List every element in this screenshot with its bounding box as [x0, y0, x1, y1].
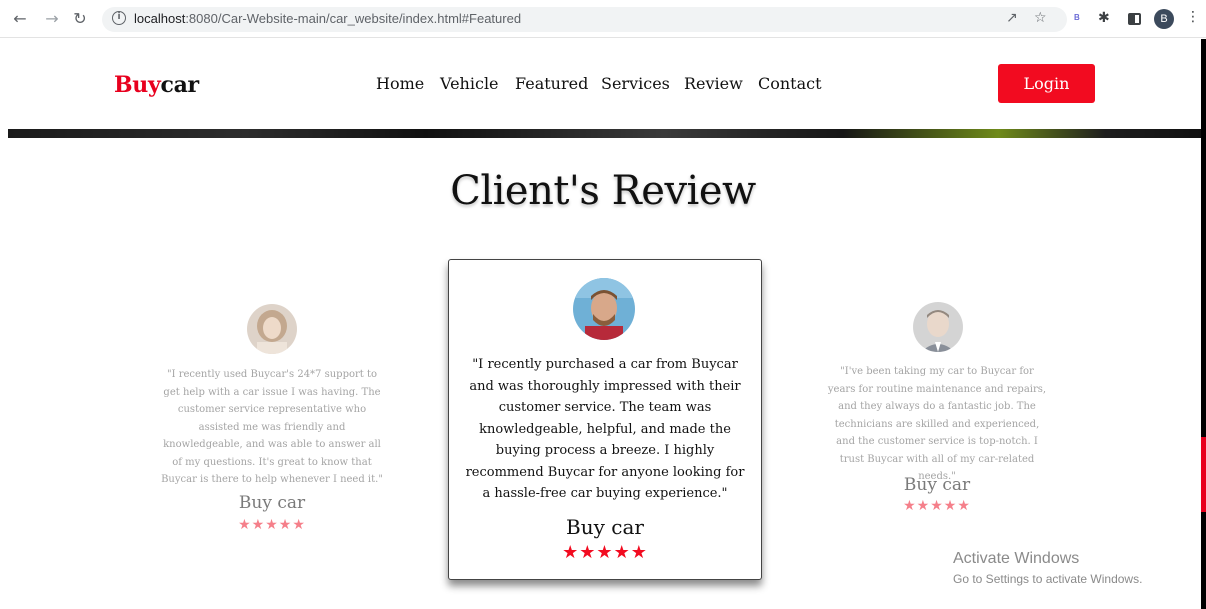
- activation-watermark-subtitle: Go to Settings to activate Windows.: [953, 572, 1143, 586]
- nav-home[interactable]: Home: [376, 74, 424, 93]
- share-icon[interactable]: ↗: [1006, 10, 1018, 26]
- reviewer-avatar-right: [913, 302, 963, 352]
- review-name-right: Buy car: [903, 475, 971, 495]
- rating-stars-right: ★★★★★: [903, 498, 971, 514]
- review-text-center: "I recently purchased a car from Buycar …: [465, 357, 745, 501]
- back-icon[interactable]: ←: [10, 9, 30, 29]
- profile-avatar[interactable]: B: [1154, 9, 1174, 29]
- review-text-left: "I recently used Buycar's 24*7 support t…: [161, 369, 383, 485]
- hero-image-strip: [8, 129, 1201, 138]
- nav-review[interactable]: Review: [684, 74, 743, 93]
- rating-stars-center: ★★★★★: [562, 542, 648, 563]
- site-info-icon[interactable]: i: [112, 11, 126, 25]
- logo-part-buy: Buy: [114, 72, 161, 98]
- scrollbar-thumb[interactable]: [1201, 437, 1206, 512]
- address-bar[interactable]: i localhost:8080/Car-Website-main/car_we…: [102, 7, 1067, 32]
- nav-contact[interactable]: Contact: [758, 74, 822, 93]
- review-name-left: Buy car: [238, 493, 306, 513]
- bookmark-star-icon[interactable]: ☆: [1034, 10, 1047, 26]
- extension-icon[interactable]: B: [1074, 13, 1080, 22]
- extensions-puzzle-icon[interactable]: ✱: [1098, 10, 1110, 26]
- side-panel-icon[interactable]: [1128, 13, 1141, 25]
- site-logo[interactable]: Buycar: [114, 72, 199, 98]
- reviewer-avatar-left: [247, 304, 297, 354]
- url-host: localhost: [134, 11, 186, 26]
- review-text-right: "I've been taking my car to Buycar for y…: [827, 366, 1047, 482]
- nav-featured[interactable]: Featured: [515, 74, 588, 93]
- forward-icon[interactable]: →: [42, 9, 62, 29]
- login-button[interactable]: Login: [998, 64, 1095, 103]
- nav-vehicle[interactable]: Vehicle: [440, 74, 499, 93]
- activation-watermark-title: Activate Windows: [953, 550, 1080, 567]
- review-name-center: Buy car: [566, 515, 644, 539]
- page-scrollbar[interactable]: [1201, 39, 1206, 609]
- reload-icon[interactable]: ↻: [70, 9, 90, 29]
- browser-menu-icon[interactable]: ⋮: [1186, 9, 1200, 25]
- reviewer-avatar-center: [573, 278, 635, 340]
- rating-stars-left: ★★★★★: [238, 517, 306, 533]
- section-title: Client's Review: [450, 168, 756, 214]
- browser-toolbar: ← → ↻ i localhost:8080/Car-Website-main/…: [0, 0, 1206, 38]
- logo-part-car: car: [160, 72, 199, 98]
- url-path: :8080/Car-Website-main/car_website/index…: [185, 11, 522, 26]
- nav-services[interactable]: Services: [601, 74, 670, 93]
- address-url[interactable]: localhost:8080/Car-Website-main/car_webs…: [134, 11, 521, 26]
